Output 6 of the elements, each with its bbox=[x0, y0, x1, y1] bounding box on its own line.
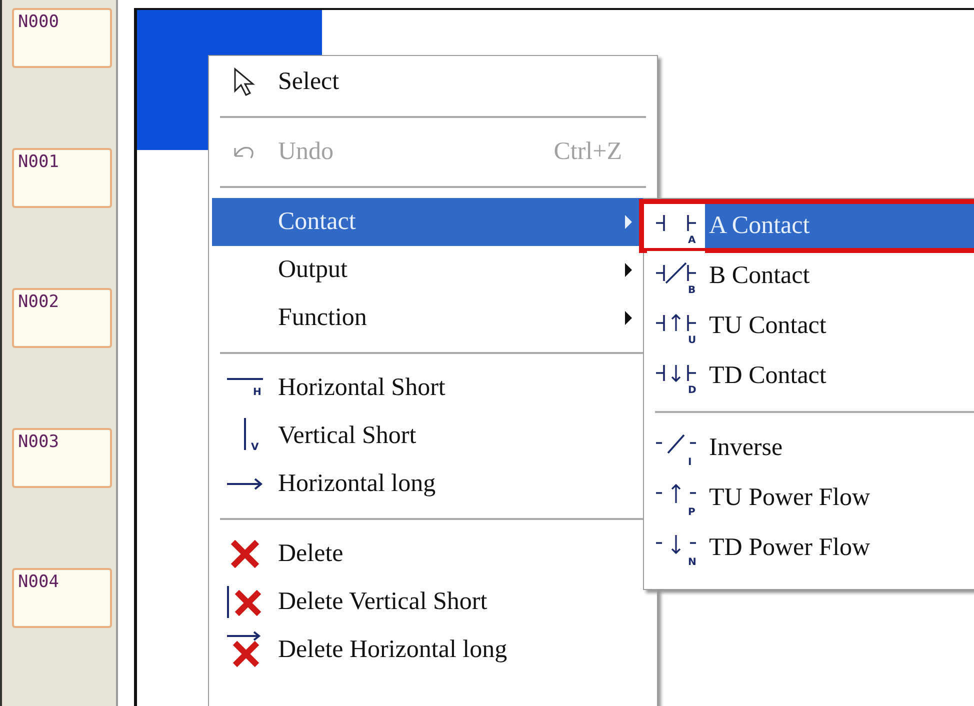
node-label: N004 bbox=[12, 568, 112, 628]
node-label: N000 bbox=[12, 8, 112, 68]
shortcut-text: Ctrl+Z bbox=[554, 138, 622, 166]
node-label: N002 bbox=[12, 288, 112, 348]
node-label: N001 bbox=[12, 148, 112, 208]
node-label: N003 bbox=[12, 428, 112, 488]
